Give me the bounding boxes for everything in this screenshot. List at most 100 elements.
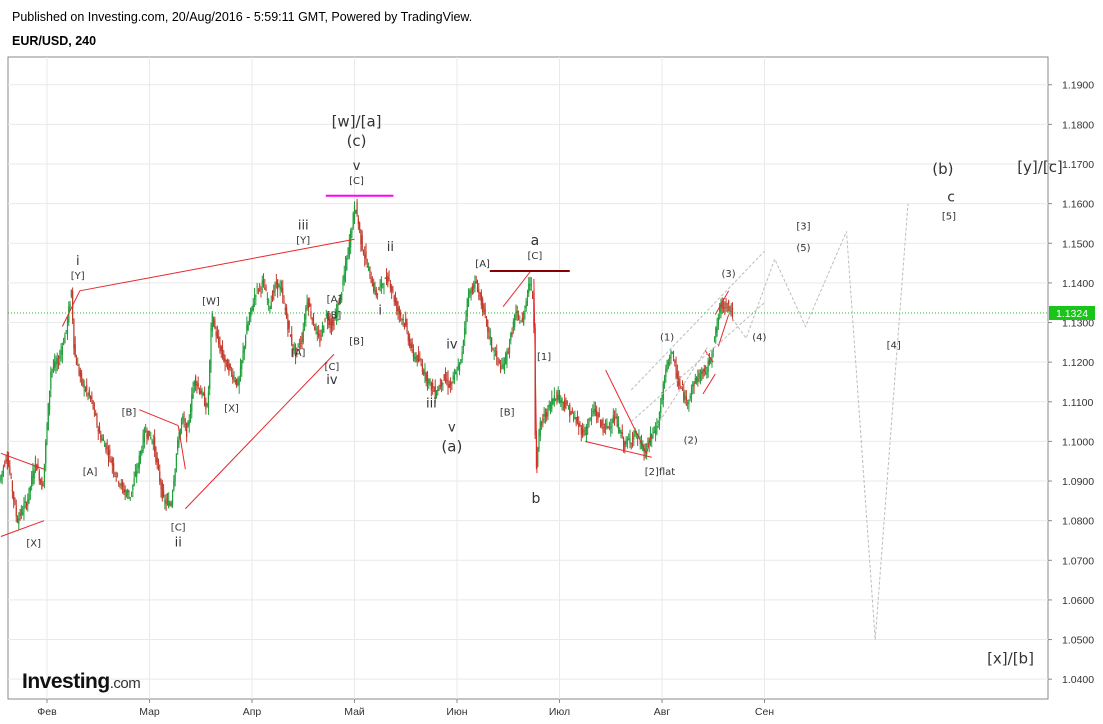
candle-body: [154, 436, 156, 452]
candle-body: [474, 282, 476, 289]
y-tick-label: 1.1800: [1062, 119, 1094, 131]
candle-body: [2, 467, 5, 471]
candle-body: [498, 361, 500, 363]
candle-body: [423, 371, 425, 375]
candle-body: [353, 205, 356, 221]
candle-body: [111, 459, 113, 466]
candle-body: [174, 468, 176, 482]
wave-label: [2]flat: [645, 467, 676, 478]
candle-body: [483, 305, 485, 309]
candle-body: [675, 365, 677, 378]
candle-body: [348, 241, 350, 256]
candle-body: [728, 300, 730, 305]
candle-body: [439, 385, 441, 387]
candle-body: [360, 229, 362, 245]
candle-body: [478, 289, 480, 293]
candle-body: [219, 343, 221, 352]
candle-body: [731, 307, 734, 317]
candle-body: [215, 332, 217, 337]
candle-body: [699, 377, 702, 380]
candle-body: [56, 358, 58, 364]
candle-body: [653, 431, 655, 434]
y-tick-label: 1.0600: [1062, 595, 1094, 607]
candle-body: [567, 408, 570, 410]
candle-body: [169, 503, 171, 505]
candle-body: [480, 292, 482, 306]
candle-body: [250, 308, 252, 317]
candle-body: [369, 266, 371, 272]
candle-body: [391, 286, 393, 292]
plot-frame: [7, 56, 1049, 700]
candle-body: [211, 312, 213, 331]
candle-body: [510, 333, 512, 341]
candle-body: [48, 390, 51, 411]
candle-body: [521, 318, 523, 321]
candle-body: [93, 408, 96, 410]
candle-body: [29, 486, 31, 492]
candle-body: [528, 283, 530, 294]
candle-body: [120, 482, 122, 486]
candle-body: [365, 251, 367, 259]
candle-body: [223, 353, 225, 362]
candle-body: [63, 343, 65, 345]
candle-body: [264, 287, 266, 290]
candle-body: [603, 423, 605, 425]
candle-body: [419, 358, 421, 360]
candle-body: [581, 429, 584, 436]
candle-body: [658, 412, 661, 425]
wave-label: iii: [298, 218, 309, 233]
candle-body: [361, 235, 363, 250]
candle-body: [220, 345, 222, 352]
candle-body: [160, 481, 162, 490]
candle-body: [207, 392, 210, 409]
candle-body: [182, 416, 184, 419]
candle-body: [447, 378, 449, 387]
candle-body: [429, 379, 431, 381]
candle-body: [216, 331, 219, 338]
candle-body: [420, 363, 422, 365]
investing-logo[interactable]: Investing.com: [22, 670, 141, 694]
candle-body: [128, 496, 130, 499]
candle-body: [601, 420, 603, 426]
candle-body: [608, 423, 611, 426]
candle-body: [511, 332, 513, 335]
candle-body: [593, 409, 595, 415]
candle-body: [485, 317, 488, 320]
candle-body: [52, 367, 55, 369]
y-tick-label: 1.0400: [1062, 674, 1094, 686]
candle-body: [713, 341, 716, 343]
candle-body: [666, 360, 668, 370]
candle-body: [184, 424, 186, 426]
candle-body: [291, 334, 293, 345]
candle-body: [177, 440, 179, 451]
candle-body: [524, 310, 526, 315]
candle-body: [297, 344, 299, 346]
candle-body: [289, 335, 292, 337]
candle-body: [134, 472, 137, 476]
candle-body: [446, 380, 448, 382]
candle-body: [357, 217, 359, 225]
candle-body: [669, 357, 671, 359]
candle-body: [246, 324, 248, 335]
candle-body: [283, 301, 285, 303]
candle-body: [430, 382, 432, 391]
candle-body: [406, 322, 408, 332]
candle-body: [78, 366, 80, 375]
candle-body: [256, 286, 258, 288]
candle-body: [688, 400, 690, 404]
candle-body: [702, 371, 704, 378]
candle-body: [561, 398, 563, 403]
wave-label: [B]: [327, 311, 342, 322]
candle-body: [316, 331, 318, 335]
candle-body: [565, 406, 567, 409]
candle-body: [161, 482, 163, 499]
wave-label: (a): [441, 437, 462, 455]
candle-body: [6, 459, 8, 462]
candle-body: [9, 465, 11, 474]
candle-body: [575, 417, 577, 424]
candle-body: [347, 248, 349, 258]
candle-body: [514, 315, 516, 327]
price-chart[interactable]: 1.0400 1.0500 1.0600 1.0700 1.0800 1.0900 1.10…: [0, 0, 1103, 724]
candle-body: [127, 490, 129, 493]
candle-body: [479, 292, 481, 298]
